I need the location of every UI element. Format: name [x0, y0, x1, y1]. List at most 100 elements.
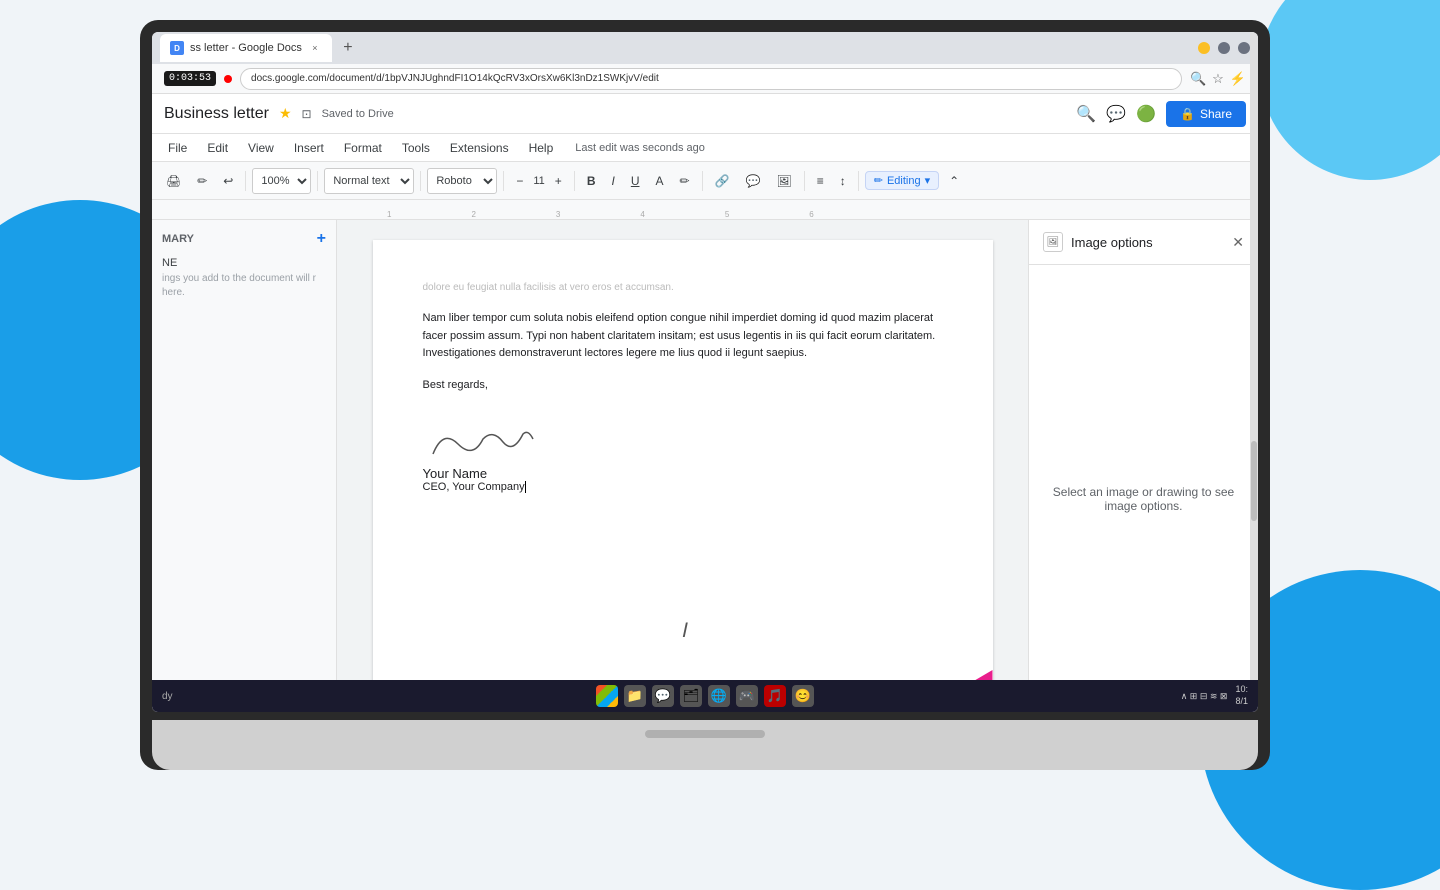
docs-main-area: MARY + NE ings you add to the document w…: [152, 220, 1258, 712]
tab-favicon: D: [170, 41, 184, 55]
laptop-base: [152, 720, 1258, 770]
sidebar-add-button[interactable]: +: [317, 230, 326, 248]
document-page[interactable]: dolore eu feugiat nulla facilisis at ver…: [373, 240, 993, 712]
taskbar-emoji-icon[interactable]: 😊: [792, 685, 814, 707]
doc-paragraph-1: dolore eu feugiat nulla facilisis at ver…: [423, 280, 943, 296]
window-maximize-button[interactable]: [1218, 42, 1230, 54]
menu-file[interactable]: File: [160, 138, 195, 158]
text-color-button[interactable]: A: [650, 168, 670, 194]
align-button[interactable]: ≡: [811, 168, 830, 194]
star-icon[interactable]: ★: [279, 105, 292, 122]
new-tab-button[interactable]: +: [336, 36, 360, 60]
ruler: 1 2 3 4 5 6: [152, 200, 1258, 220]
menu-tools[interactable]: Tools: [394, 138, 438, 158]
undo-button[interactable]: ↩: [217, 168, 239, 194]
sidebar-empty-message: ings you add to the document will r here…: [162, 272, 326, 300]
taskbar-explorer-icon[interactable]: 🗂: [680, 685, 702, 707]
menu-help[interactable]: Help: [521, 138, 562, 158]
windows-start-button[interactable]: [596, 685, 618, 707]
sidebar-outline-section: MARY +: [162, 230, 326, 248]
paint-format-button[interactable]: ✏: [191, 168, 213, 194]
signer-name: Your Name: [423, 466, 943, 481]
scrollbar-thumb[interactable]: [1251, 441, 1257, 521]
last-edit-status: Last edit was seconds ago: [575, 142, 705, 154]
taskbar-icons: 📁 💬 🗂 🌐 🎮 🎵 😊: [596, 685, 814, 707]
bookmark-icon: ☆: [1212, 71, 1224, 87]
font-size-decrease-button[interactable]: −: [510, 168, 529, 194]
menu-bar: File Edit View Insert Format Tools Exten…: [152, 134, 1258, 162]
menu-format[interactable]: Format: [336, 138, 390, 158]
taskbar-system-icons: ∧ ⊞ ⊟ ≋ ⊠: [1181, 691, 1228, 702]
zoom-icon: 🔍: [1190, 71, 1206, 87]
taskbar-clock: 10: 8/1: [1235, 684, 1248, 707]
menu-view[interactable]: View: [240, 138, 282, 158]
doc-paragraph-2: Nam liber tempor cum soluta nobis eleife…: [423, 310, 943, 363]
url-input[interactable]: docs.google.com/document/d/1bpVJNJUghndF…: [240, 68, 1182, 90]
share-button[interactable]: 🔒 Share: [1166, 101, 1246, 127]
taskbar-files-icon[interactable]: 📁: [624, 685, 646, 707]
link-button[interactable]: 🔗: [709, 168, 736, 194]
document-scrollbar[interactable]: [1250, 32, 1258, 712]
paragraph-style-select[interactable]: Normal text Heading 1 Heading 2: [324, 168, 414, 194]
document-area[interactable]: dolore eu feugiat nulla facilisis at ver…: [337, 220, 1028, 712]
taskbar-date: 8/1: [1235, 696, 1248, 708]
zoom-select[interactable]: 100% 75% 125%: [252, 168, 311, 194]
italic-button[interactable]: I: [605, 168, 620, 194]
doc-best-regards: Best regards,: [423, 377, 943, 395]
menu-insert[interactable]: Insert: [286, 138, 332, 158]
active-tab[interactable]: D ss letter - Google Docs ×: [160, 34, 332, 62]
taskbar-media-icon[interactable]: 🎵: [764, 685, 786, 707]
taskbar-games-icon[interactable]: 🎮: [736, 685, 758, 707]
line-spacing-button[interactable]: ↕: [834, 168, 852, 194]
panel-title: Image options: [1071, 235, 1224, 250]
tab-title: ss letter - Google Docs: [190, 42, 302, 54]
editing-dropdown-icon: ▾: [925, 174, 931, 187]
panel-close-button[interactable]: ✕: [1232, 234, 1244, 251]
font-size-increase-button[interactable]: +: [549, 168, 568, 194]
highlight-button[interactable]: ✏: [674, 168, 696, 194]
ruler-mark-6: 6: [809, 210, 813, 219]
window-minimize-button[interactable]: [1198, 42, 1210, 54]
bold-button[interactable]: B: [581, 168, 602, 194]
signer-title: CEO, Your Company: [423, 481, 943, 493]
comment-history-icon[interactable]: 💬: [1106, 104, 1126, 124]
separator-8: [858, 171, 859, 191]
taskbar-chat-icon[interactable]: 💬: [652, 685, 674, 707]
toolbar-expand-button[interactable]: ⌃: [943, 168, 965, 194]
separator-6: [702, 171, 703, 191]
window-controls: [1198, 42, 1250, 54]
panel-empty-message: Select an image or drawing to see image …: [1029, 265, 1258, 712]
google-account-icon[interactable]: 🟢: [1136, 104, 1156, 124]
tab-close-button[interactable]: ×: [308, 41, 322, 55]
menu-extensions[interactable]: Extensions: [442, 138, 517, 158]
separator-3: [420, 171, 421, 191]
taskbar-chrome-icon[interactable]: 🌐: [708, 685, 730, 707]
ruler-content: 1 2 3 4 5 6: [337, 200, 1258, 219]
signature-graphic: [423, 424, 943, 464]
separator-4: [503, 171, 504, 191]
ruler-mark-2: 2: [471, 210, 475, 219]
window-close-button[interactable]: [1238, 42, 1250, 54]
comment-button[interactable]: 💬: [740, 168, 767, 194]
separator-5: [574, 171, 575, 191]
editing-mode-badge[interactable]: ✏ Editing ▾: [865, 171, 939, 190]
font-select[interactable]: Roboto Arial Times New Roman: [427, 168, 497, 194]
sidebar-outline-no-headings: NE: [162, 254, 326, 272]
image-button[interactable]: 🖼: [770, 168, 797, 194]
extensions-icon: ⚡: [1230, 71, 1246, 87]
editing-label: Editing: [887, 175, 921, 187]
panel-header: 🖼 Image options ✕: [1029, 220, 1258, 265]
signature-area: Your Name CEO, Your Company: [423, 424, 943, 493]
timer-badge: 0:03:53: [164, 71, 216, 86]
taskbar: dy 📁 💬 🗂 🌐 🎮 🎵 😊 ∧ ⊞ ⊟ ≋ ⊠ 10: 8/1: [152, 680, 1258, 712]
laptop-screen: D ss letter - Google Docs × + 0:03:53 do…: [152, 32, 1258, 712]
ruler-mark-5: 5: [725, 210, 729, 219]
search-icon[interactable]: 🔍: [1076, 104, 1096, 124]
document-title[interactable]: Business letter: [164, 105, 269, 123]
panel-image-icon: 🖼: [1043, 232, 1063, 252]
menu-edit[interactable]: Edit: [199, 138, 236, 158]
underline-button[interactable]: U: [625, 168, 646, 194]
share-icon: 🔒: [1180, 107, 1195, 121]
image-options-panel: 🖼 Image options ✕ Select an image or dra…: [1028, 220, 1258, 712]
print-button[interactable]: 🖨: [160, 168, 187, 194]
